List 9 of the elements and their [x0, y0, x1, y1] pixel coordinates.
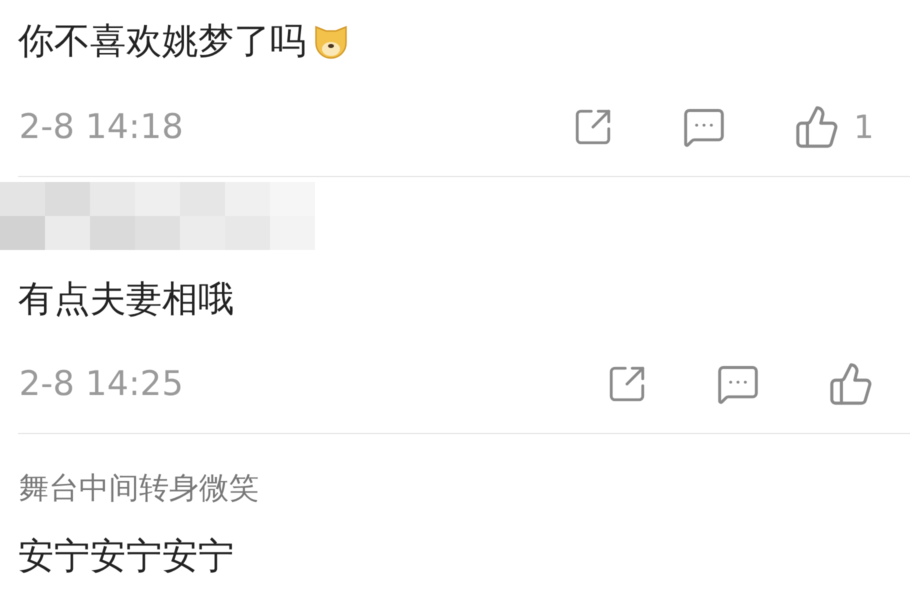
comment-time: 2-8 14:18: [19, 106, 184, 149]
like-icon[interactable]: [794, 104, 840, 150]
like-icon[interactable]: [828, 361, 874, 407]
comment-text: 你不喜欢姚梦了吗: [18, 20, 306, 64]
comment-username[interactable]: 舞台中间转身微笑: [19, 469, 910, 509]
comment-text: 有点夫妻相哦: [18, 278, 234, 322]
comment-text: 安宁安宁安宁: [18, 535, 234, 579]
comment-time: 2-8 14:25: [19, 363, 184, 406]
like-count: 1: [854, 107, 874, 148]
